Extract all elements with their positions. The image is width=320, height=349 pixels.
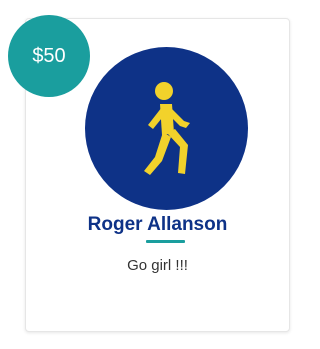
- donor-name: Roger Allanson: [87, 214, 228, 235]
- donation-message: Go girl !!!: [127, 257, 188, 274]
- name-divider: [146, 240, 185, 243]
- amount-badge: $50: [8, 15, 90, 97]
- avatar: [85, 47, 248, 210]
- walking-person-icon: [126, 79, 208, 179]
